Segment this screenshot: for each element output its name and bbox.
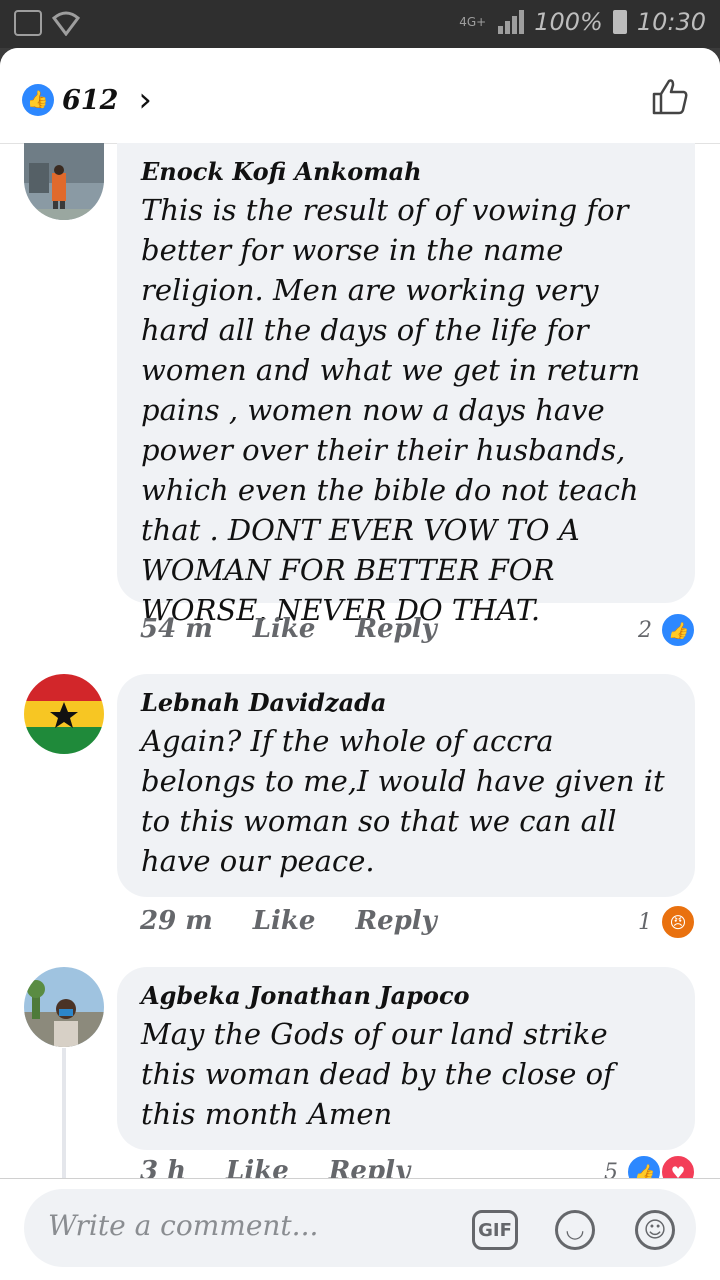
thumbs-up-icon: 👍 xyxy=(22,84,54,116)
comment-bubble: Agbeka Jonathan Japoco May the Gods of o… xyxy=(117,967,695,1150)
signal-icon xyxy=(496,10,525,34)
avatar[interactable] xyxy=(24,674,104,754)
comment-placeholder: Write a comment... xyxy=(48,1209,319,1242)
reply-button[interactable]: Reply xyxy=(355,906,436,936)
sticker-button[interactable]: ◡ xyxy=(552,1207,598,1253)
like-count: 612 xyxy=(62,84,119,116)
comment-actions: 29 m Like Reply xyxy=(140,906,437,936)
comment-text: Again? If the whole of accra belongs to … xyxy=(141,724,665,878)
reaction-count: 1 xyxy=(638,909,652,935)
angry-reaction-icon: 😠 xyxy=(660,904,696,940)
chevron-right-icon: › xyxy=(138,80,152,120)
gif-button[interactable]: GIF xyxy=(472,1207,518,1253)
network-type: 4G+ xyxy=(459,15,487,29)
comment-reactions[interactable]: 1 😠 xyxy=(638,904,696,940)
status-bar: 4G+ 100% 10:30 xyxy=(0,0,720,48)
smiley-icon: ☺ xyxy=(635,1210,675,1250)
reactions-summary[interactable]: 👍 612 › xyxy=(22,80,152,120)
like-post-button[interactable] xyxy=(650,76,690,116)
clock: 10:30 xyxy=(636,8,706,36)
like-reaction-icon: 👍 xyxy=(660,612,696,648)
comment-composer: Write a comment... GIF ◡ ☺ xyxy=(0,1178,720,1280)
like-comment-button[interactable]: Like xyxy=(253,614,316,644)
thumbs-up-outline-icon xyxy=(652,79,688,115)
image-icon xyxy=(14,10,42,36)
like-comment-button[interactable]: Like xyxy=(253,906,316,936)
comment-text: May the Gods of our land strike this wom… xyxy=(141,1017,614,1131)
wifi-icon xyxy=(51,10,81,37)
reaction-count: 2 xyxy=(638,617,652,643)
battery-icon xyxy=(612,10,627,34)
emoji-button[interactable]: ☺ xyxy=(632,1207,678,1253)
comment-author[interactable]: Enock Kofi Ankomah xyxy=(141,157,671,186)
gif-icon: GIF xyxy=(472,1210,518,1250)
comments-sheet: 👍 612 › Enock Kofi Ankomah This is the r… xyxy=(0,48,720,1280)
comment-time: 29 m xyxy=(140,906,213,936)
comment-author[interactable]: Lebnah Davidzada xyxy=(141,688,671,717)
avatar[interactable] xyxy=(24,967,104,1047)
comment-bubble: Lebnah Davidzada Again? If the whole of … xyxy=(117,674,695,897)
reactions-header: 👍 612 › xyxy=(0,48,720,144)
comment-actions: 54 m Like Reply xyxy=(140,614,437,644)
comment-input[interactable]: Write a comment... GIF ◡ ☺ xyxy=(24,1189,696,1267)
comment-reactions[interactable]: 2 👍 xyxy=(638,612,696,648)
comment-time: 54 m xyxy=(140,614,213,644)
comment-text: This is the result of of vowing for bett… xyxy=(141,193,641,627)
avatar[interactable] xyxy=(24,143,104,220)
comment-bubble: Enock Kofi Ankomah This is the result of… xyxy=(117,143,695,627)
battery-percent: 100% xyxy=(534,8,603,36)
reply-button[interactable]: Reply xyxy=(355,614,436,644)
sticker-icon: ◡ xyxy=(555,1210,595,1250)
comment-author[interactable]: Agbeka Jonathan Japoco xyxy=(141,981,671,1010)
